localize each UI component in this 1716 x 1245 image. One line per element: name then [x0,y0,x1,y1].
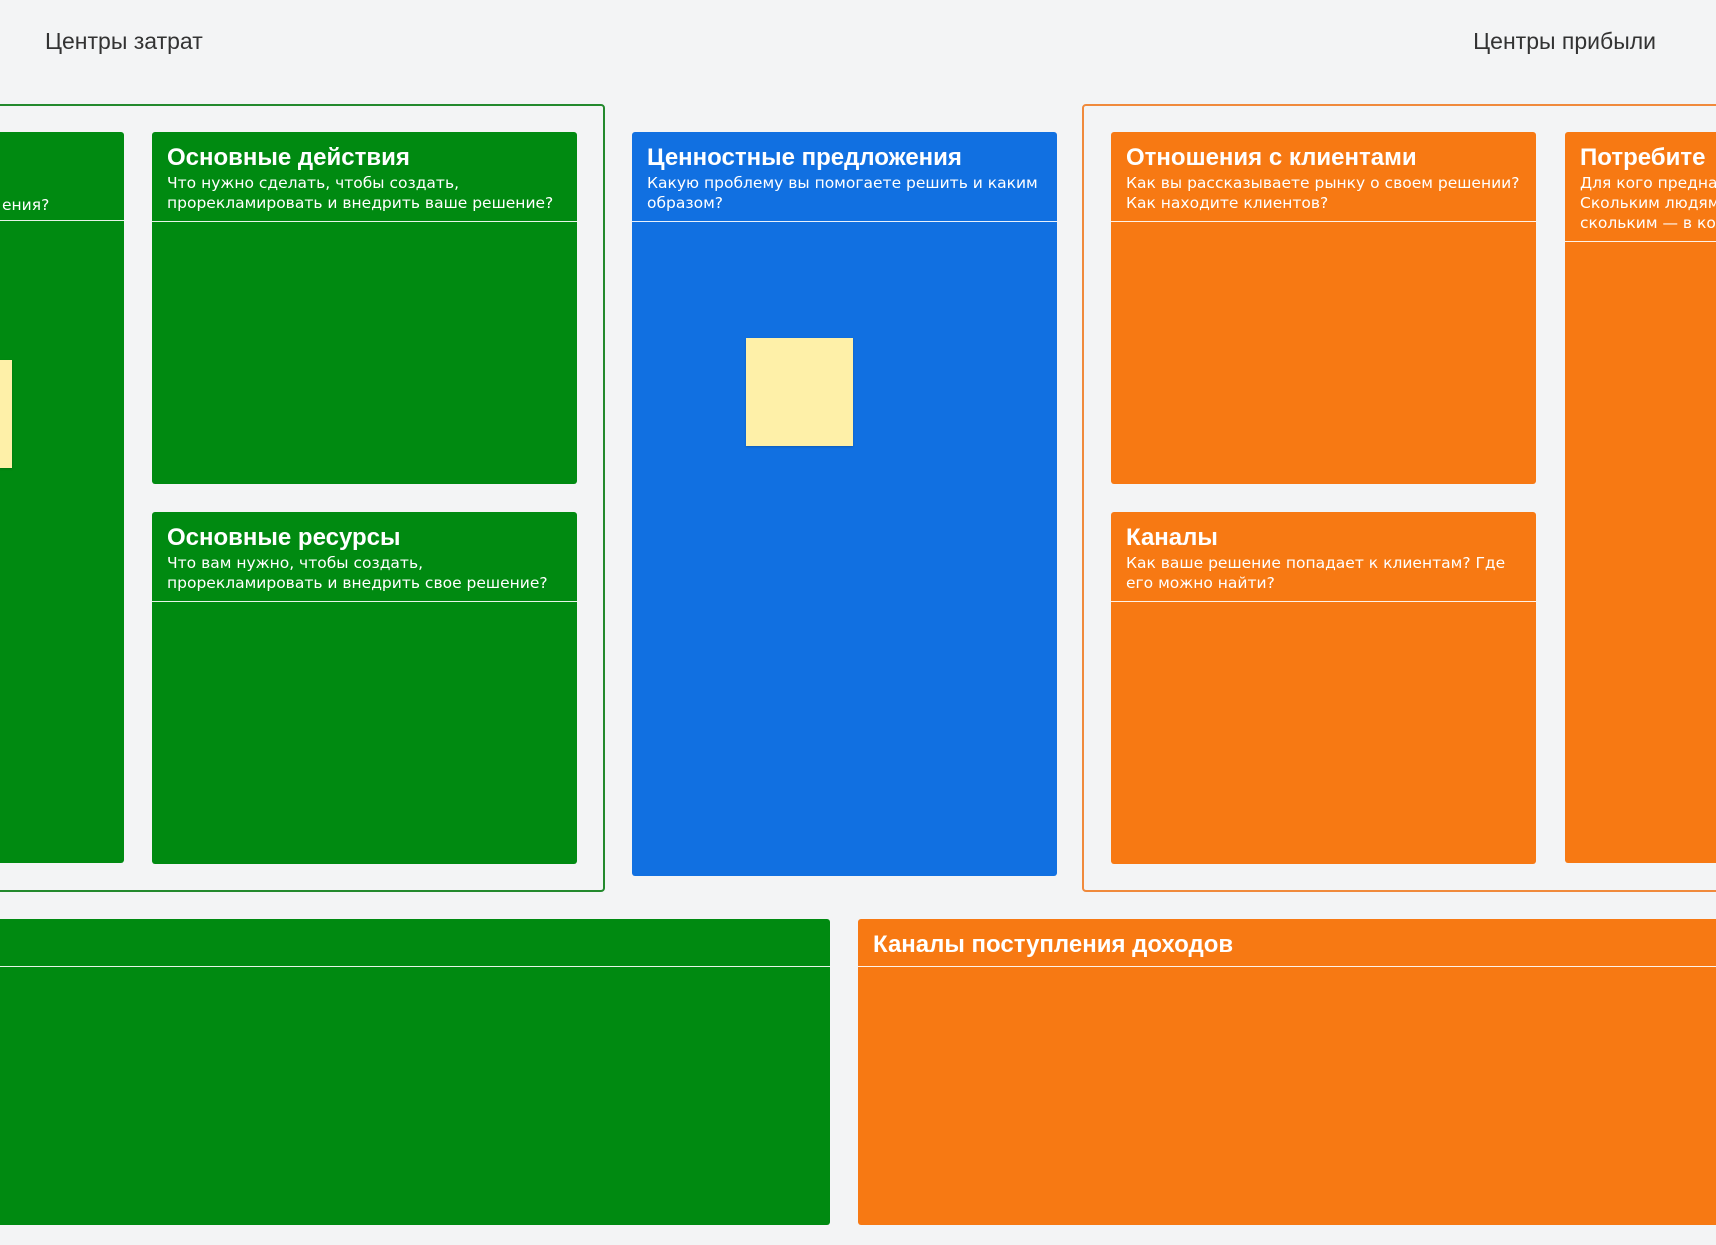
card-key-activities-desc: Что нужно сделать, чтобы создать, прорек… [167,174,554,212]
card-channels-title: Каналы [1126,524,1218,551]
card-customer-segments-title: Потребите [1580,144,1706,171]
card-key-resources-title: Основные ресурсы [167,524,401,551]
card-key-partners-desc: ения? [2,196,50,214]
card-revenue-streams-title: Каналы поступления доходов [873,931,1234,958]
sticky-note[interactable] [0,360,12,468]
card-key-resources[interactable]: Основные ресурсы Что вам нужно, чтобы со… [152,512,577,864]
card-key-partners[interactable]: ения? [0,132,124,863]
card-revenue-streams[interactable]: Каналы поступления доходов [858,919,1716,1225]
card-key-resources-desc: Что вам нужно, чтобы создать, прореклами… [167,554,548,592]
card-customer-segments-desc-1: Для кого предна [1580,174,1716,192]
cost-centers-label: Центры затрат [45,28,203,54]
card-cost-structure[interactable] [0,919,830,1225]
profit-centers-label: Центры прибыли [1473,28,1656,54]
card-value-propositions-title: Ценностные предложения [647,144,962,171]
card-key-activities-title: Основные действия [167,144,410,171]
card-value-propositions-desc: Какую проблему вы помогаете решить и как… [647,174,1038,212]
card-customer-relationships-desc: Как вы рассказываете рынку о своем решен… [1126,174,1520,212]
card-key-activities[interactable]: Основные действия Что нужно сделать, что… [152,132,577,484]
card-channels-desc: Как ваше решение попадает к клиентам? Гд… [1126,554,1506,592]
card-value-propositions[interactable]: Ценностные предложения Какую проблему вы… [632,132,1057,876]
sticky-note[interactable] [746,338,853,446]
card-customer-segments-desc-3: скольким — в ко [1580,214,1716,232]
card-customer-relationships-title: Отношения с клиентами [1126,144,1417,171]
card-customer-segments-desc-2: Скольким людям [1580,194,1716,212]
card-channels[interactable]: Каналы Как ваше решение попадает к клиен… [1111,512,1536,864]
card-customer-relationships[interactable]: Отношения с клиентами Как вы рассказывае… [1111,132,1536,484]
card-customer-segments[interactable]: Потребите Для кого предна Скольким людям… [1565,132,1716,863]
